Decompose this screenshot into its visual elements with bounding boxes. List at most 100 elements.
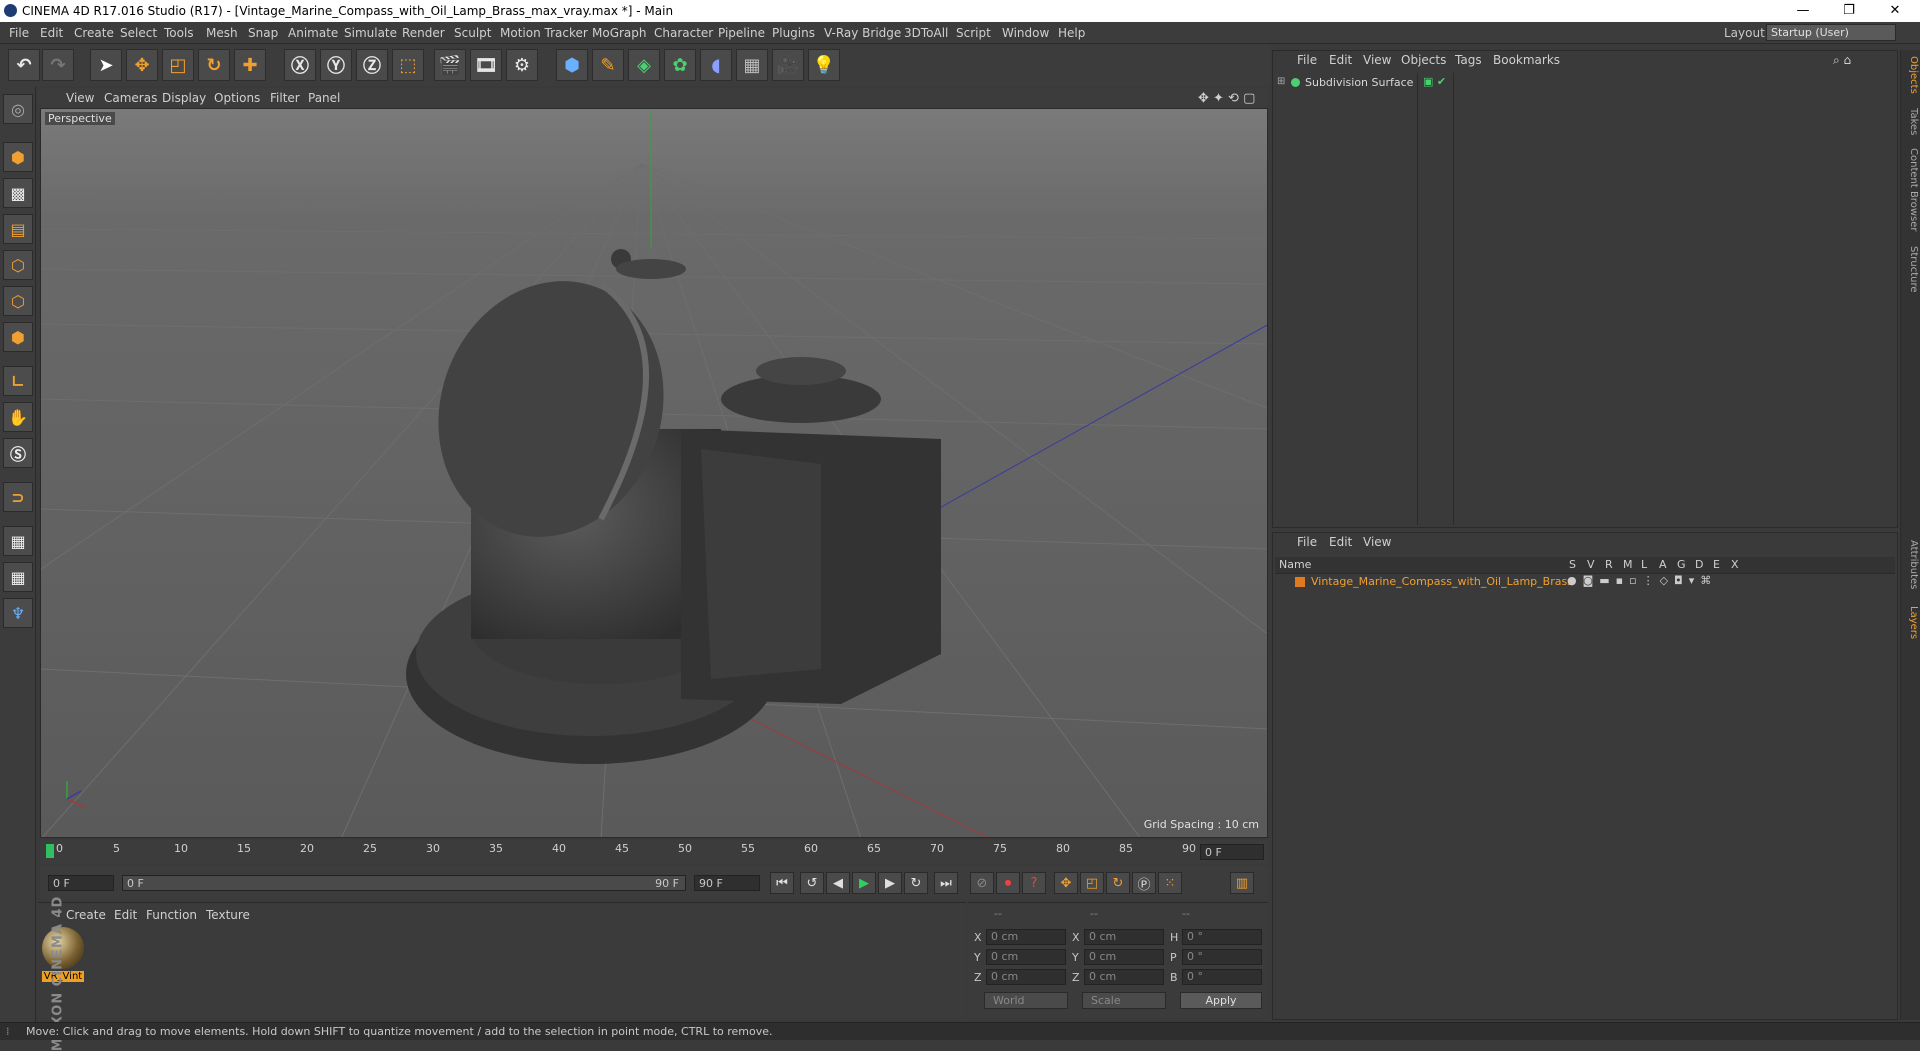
menu-animate[interactable]: Animate [288,26,338,40]
menu-simulate[interactable]: Simulate [344,26,397,40]
tab-layers[interactable]: Layers [1903,606,1919,639]
make-editable-icon[interactable]: ◎ [3,94,33,124]
menu-character[interactable]: Character [654,26,713,40]
menu-create[interactable]: Create [74,26,114,40]
vp-menu-panel[interactable]: Panel [308,91,340,105]
play-icon[interactable]: ▶ [852,872,876,894]
viewport-nav-icons[interactable]: ✥ ✦ ⟲ ▢ [1198,91,1255,106]
coord-space-select[interactable]: World [984,992,1068,1009]
frame-range-slider[interactable]: 0 F 90 F [122,875,686,891]
rotation-p-field[interactable]: 0 ° [1182,949,1262,965]
edges-mode-icon[interactable]: ⬡ [3,286,33,316]
position-x-field[interactable]: 0 cm [986,929,1066,945]
playhead[interactable] [46,844,54,858]
size-y-field[interactable]: 0 cm [1084,949,1164,965]
tab-takes[interactable]: Takes [1903,108,1919,135]
layer-name[interactable]: Vintage_Marine_Compass_with_Oil_Lamp_Bra… [1311,575,1573,588]
select-arrow-icon[interactable]: ➤ [90,49,122,81]
menu-motion-tracker[interactable]: Motion Tracker [500,26,588,40]
locked-workplane-icon[interactable]: ▦ [3,526,33,556]
menu-mograph[interactable]: MoGraph [592,26,647,40]
cube-icon[interactable]: ⬢ [556,49,588,81]
tag-check-icon[interactable]: ▣ ✔ [1423,75,1446,88]
menu-sculpt[interactable]: Sculpt [454,26,491,40]
layer-menu-file[interactable]: File [1297,535,1317,549]
menu-pipeline[interactable]: Pipeline [718,26,765,40]
vp-menu-options[interactable]: Options [214,91,260,105]
render-picture-viewer-icon[interactable]: 🎞 [470,49,502,81]
layer-color-swatch[interactable] [1295,577,1305,587]
obj-menu-view[interactable]: View [1363,53,1391,67]
layout-select[interactable]: Startup (User) [1766,24,1896,41]
tab-attributes[interactable]: Attributes [1903,540,1919,589]
coord-size-mode-select[interactable]: Scale [1082,992,1166,1009]
workplane-icon[interactable]: ▤ [3,214,33,244]
deformer-icon[interactable]: ◖ [700,49,732,81]
position-y-field[interactable]: 0 cm [986,949,1066,965]
menu-script[interactable]: Script [956,26,991,40]
menu-plugins[interactable]: Plugins [772,26,815,40]
autokey-icon[interactable]: ? [1022,872,1046,894]
obj-menu-file[interactable]: File [1297,53,1317,67]
menu-help[interactable]: Help [1058,26,1085,40]
size-z-field[interactable]: 0 cm [1084,969,1164,985]
floor-icon[interactable]: ▦ [736,49,768,81]
model-mode-icon[interactable]: ⬢ [3,142,33,172]
key-scale-icon[interactable]: ◰ [1080,872,1104,894]
end-frame-field[interactable]: 90 F [694,875,760,891]
polygons-mode-icon[interactable]: ⬢ [3,322,33,352]
key-param-icon[interactable]: Ⓟ [1132,872,1156,894]
tweak-mode-icon[interactable]: ✋ [3,402,33,432]
snap-icon[interactable]: Ⓢ [3,438,33,468]
rotation-h-field[interactable]: 0 ° [1182,929,1262,945]
texture-mode-icon[interactable]: ▩ [3,178,33,208]
transform-icon[interactable]: ✚ [234,49,266,81]
vp-menu-filter[interactable]: Filter [270,91,300,105]
object-row-subdivision[interactable]: ⊞ Subdivision Surface [1275,75,1415,91]
render-settings-icon[interactable]: ⚙ [506,49,538,81]
goto-end-icon[interactable]: ⏭ [934,872,958,894]
menu-snap[interactable]: Snap [248,26,278,40]
menu-select[interactable]: Select [120,26,157,40]
cloner-icon[interactable]: ✿ [664,49,696,81]
x-axis-icon[interactable]: Ⓧ [284,49,316,81]
menu-render[interactable]: Render [402,26,445,40]
apply-button[interactable]: Apply [1180,992,1262,1009]
magnet-icon[interactable]: ⊃ [3,482,33,512]
y-axis-icon[interactable]: Ⓨ [320,49,352,81]
scale-icon[interactable]: ◰ [162,49,194,81]
key-rotation-icon[interactable]: ↻ [1106,872,1130,894]
tab-structure[interactable]: Structure [1903,246,1919,293]
vp-menu-cameras[interactable]: Cameras [104,91,157,105]
mat-menu-function[interactable]: Function [146,908,197,922]
vp-menu-view[interactable]: View [66,91,94,105]
menu-vray-bridge[interactable]: V-Ray Bridge [824,26,901,40]
timeline-window-icon[interactable]: ▥ [1230,872,1254,894]
start-frame-field[interactable]: 0 F [48,875,114,891]
goto-start-icon[interactable]: ⏮ [770,872,794,894]
obj-menu-bookmarks[interactable]: Bookmarks [1493,53,1560,67]
current-frame-field[interactable]: 0 F [1200,844,1264,860]
subdivision-icon[interactable]: ◈ [628,49,660,81]
mat-menu-edit[interactable]: Edit [114,908,137,922]
timeline-ruler[interactable]: 0 5 10 15 20 25 30 35 40 45 50 55 60 65 … [40,840,1268,864]
prev-key-icon[interactable]: ↺ [800,872,824,894]
restore-button[interactable]: ❐ [1826,0,1872,22]
next-frame-icon[interactable]: ▶ [878,872,902,894]
tab-content-browser[interactable]: Content Browser [1903,148,1919,231]
layer-row[interactable]: Vintage_Marine_Compass_with_Oil_Lamp_Bra… [1275,574,1895,591]
coordinate-system-icon[interactable]: ⬚ [392,49,424,81]
size-x-field[interactable]: 0 cm [1084,929,1164,945]
spline-pen-icon[interactable]: ✎ [592,49,624,81]
obj-menu-edit[interactable]: Edit [1329,53,1352,67]
undo-icon[interactable]: ↶ [8,49,40,81]
z-axis-icon[interactable]: Ⓩ [356,49,388,81]
layer-menu-view[interactable]: View [1363,535,1391,549]
render-view-icon[interactable]: 🎬 [434,49,466,81]
axis-mode-icon[interactable]: ∟ [3,366,33,396]
redo-icon[interactable]: ↷ [42,49,74,81]
light-icon[interactable]: 💡 [808,49,840,81]
rotation-b-field[interactable]: 0 ° [1182,969,1262,985]
position-z-field[interactable]: 0 cm [986,969,1066,985]
mat-menu-create[interactable]: Create [66,908,106,922]
